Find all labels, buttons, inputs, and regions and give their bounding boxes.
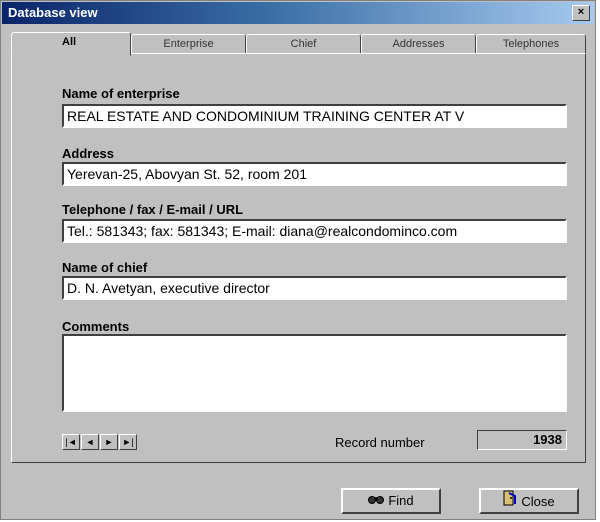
tab-telephones[interactable]: Telephones	[476, 34, 586, 54]
first-record-button[interactable]: |◄	[62, 434, 80, 450]
database-view-window: Database view × All Enterprise Chief Add…	[0, 0, 596, 520]
window-title: Database view	[8, 5, 98, 20]
prev-record-button[interactable]: ◄	[81, 434, 99, 450]
exit-door-icon	[503, 490, 517, 513]
close-window-button[interactable]: ×	[572, 5, 590, 21]
tab-addresses[interactable]: Addresses	[361, 34, 476, 54]
next-record-button[interactable]: ►	[100, 434, 118, 450]
binoculars-icon	[368, 491, 385, 512]
tab-all[interactable]: All	[11, 32, 131, 56]
find-button[interactable]: Find	[341, 488, 441, 514]
last-record-button[interactable]: ►|	[119, 434, 137, 450]
address-field[interactable]: Yerevan-25, Abovyan St. 52, room 201	[62, 162, 567, 186]
comments-field[interactable]	[62, 334, 567, 412]
record-navigator: |◄ ◄ ► ►|	[62, 434, 138, 450]
enterprise-field[interactable]: REAL ESTATE AND CONDOMINIUM TRAINING CEN…	[62, 104, 567, 128]
comments-label: Comments	[62, 319, 130, 334]
record-number-value: 1938	[477, 430, 567, 450]
enterprise-label: Name of enterprise	[62, 86, 180, 101]
find-label: Find	[388, 493, 414, 508]
tab-strip: All Enterprise Chief Addresses Telephone…	[11, 32, 586, 56]
tab-panel-all: Name of enterprise REAL ESTATE AND CONDO…	[11, 53, 586, 463]
title-bar[interactable]: Database view ×	[2, 2, 594, 24]
close-button[interactable]: Close	[479, 488, 579, 514]
telephone-field[interactable]: Tel.: 581343; fax: 581343; E-mail: diana…	[62, 219, 567, 243]
tab-enterprise[interactable]: Enterprise	[131, 34, 246, 54]
chief-field[interactable]: D. N. Avetyan, executive director	[62, 276, 567, 300]
telephone-label: Telephone / fax / E-mail / URL	[62, 202, 244, 217]
address-label: Address	[62, 146, 115, 161]
tab-chief[interactable]: Chief	[246, 34, 361, 54]
record-number-label: Record number	[335, 435, 425, 450]
chief-label: Name of chief	[62, 260, 148, 275]
close-label: Close	[521, 494, 555, 509]
